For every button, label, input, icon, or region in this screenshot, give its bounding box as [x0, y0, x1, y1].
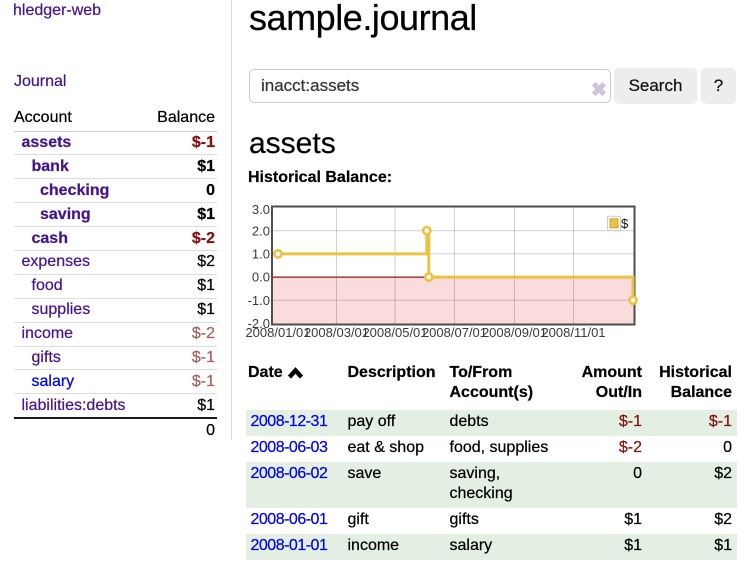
svg-text:2008/01/01: 2008/01/01 — [245, 325, 310, 340]
svg-text:0.0: 0.0 — [252, 270, 270, 285]
svg-text:1.0: 1.0 — [252, 247, 270, 262]
svg-text:2008/03/01: 2008/03/01 — [304, 325, 369, 340]
svg-text:2.0: 2.0 — [252, 223, 270, 238]
svg-text:2008/09/01: 2008/09/01 — [482, 325, 547, 340]
svg-text:2008/11/01: 2008/11/01 — [541, 325, 605, 340]
svg-text:2008/05/01: 2008/05/01 — [362, 325, 427, 340]
svg-text:$: $ — [621, 216, 629, 231]
svg-text:-1.0: -1.0 — [248, 293, 270, 308]
svg-text:3.0: 3.0 — [252, 202, 270, 217]
svg-text:2008/07/01: 2008/07/01 — [422, 325, 487, 340]
